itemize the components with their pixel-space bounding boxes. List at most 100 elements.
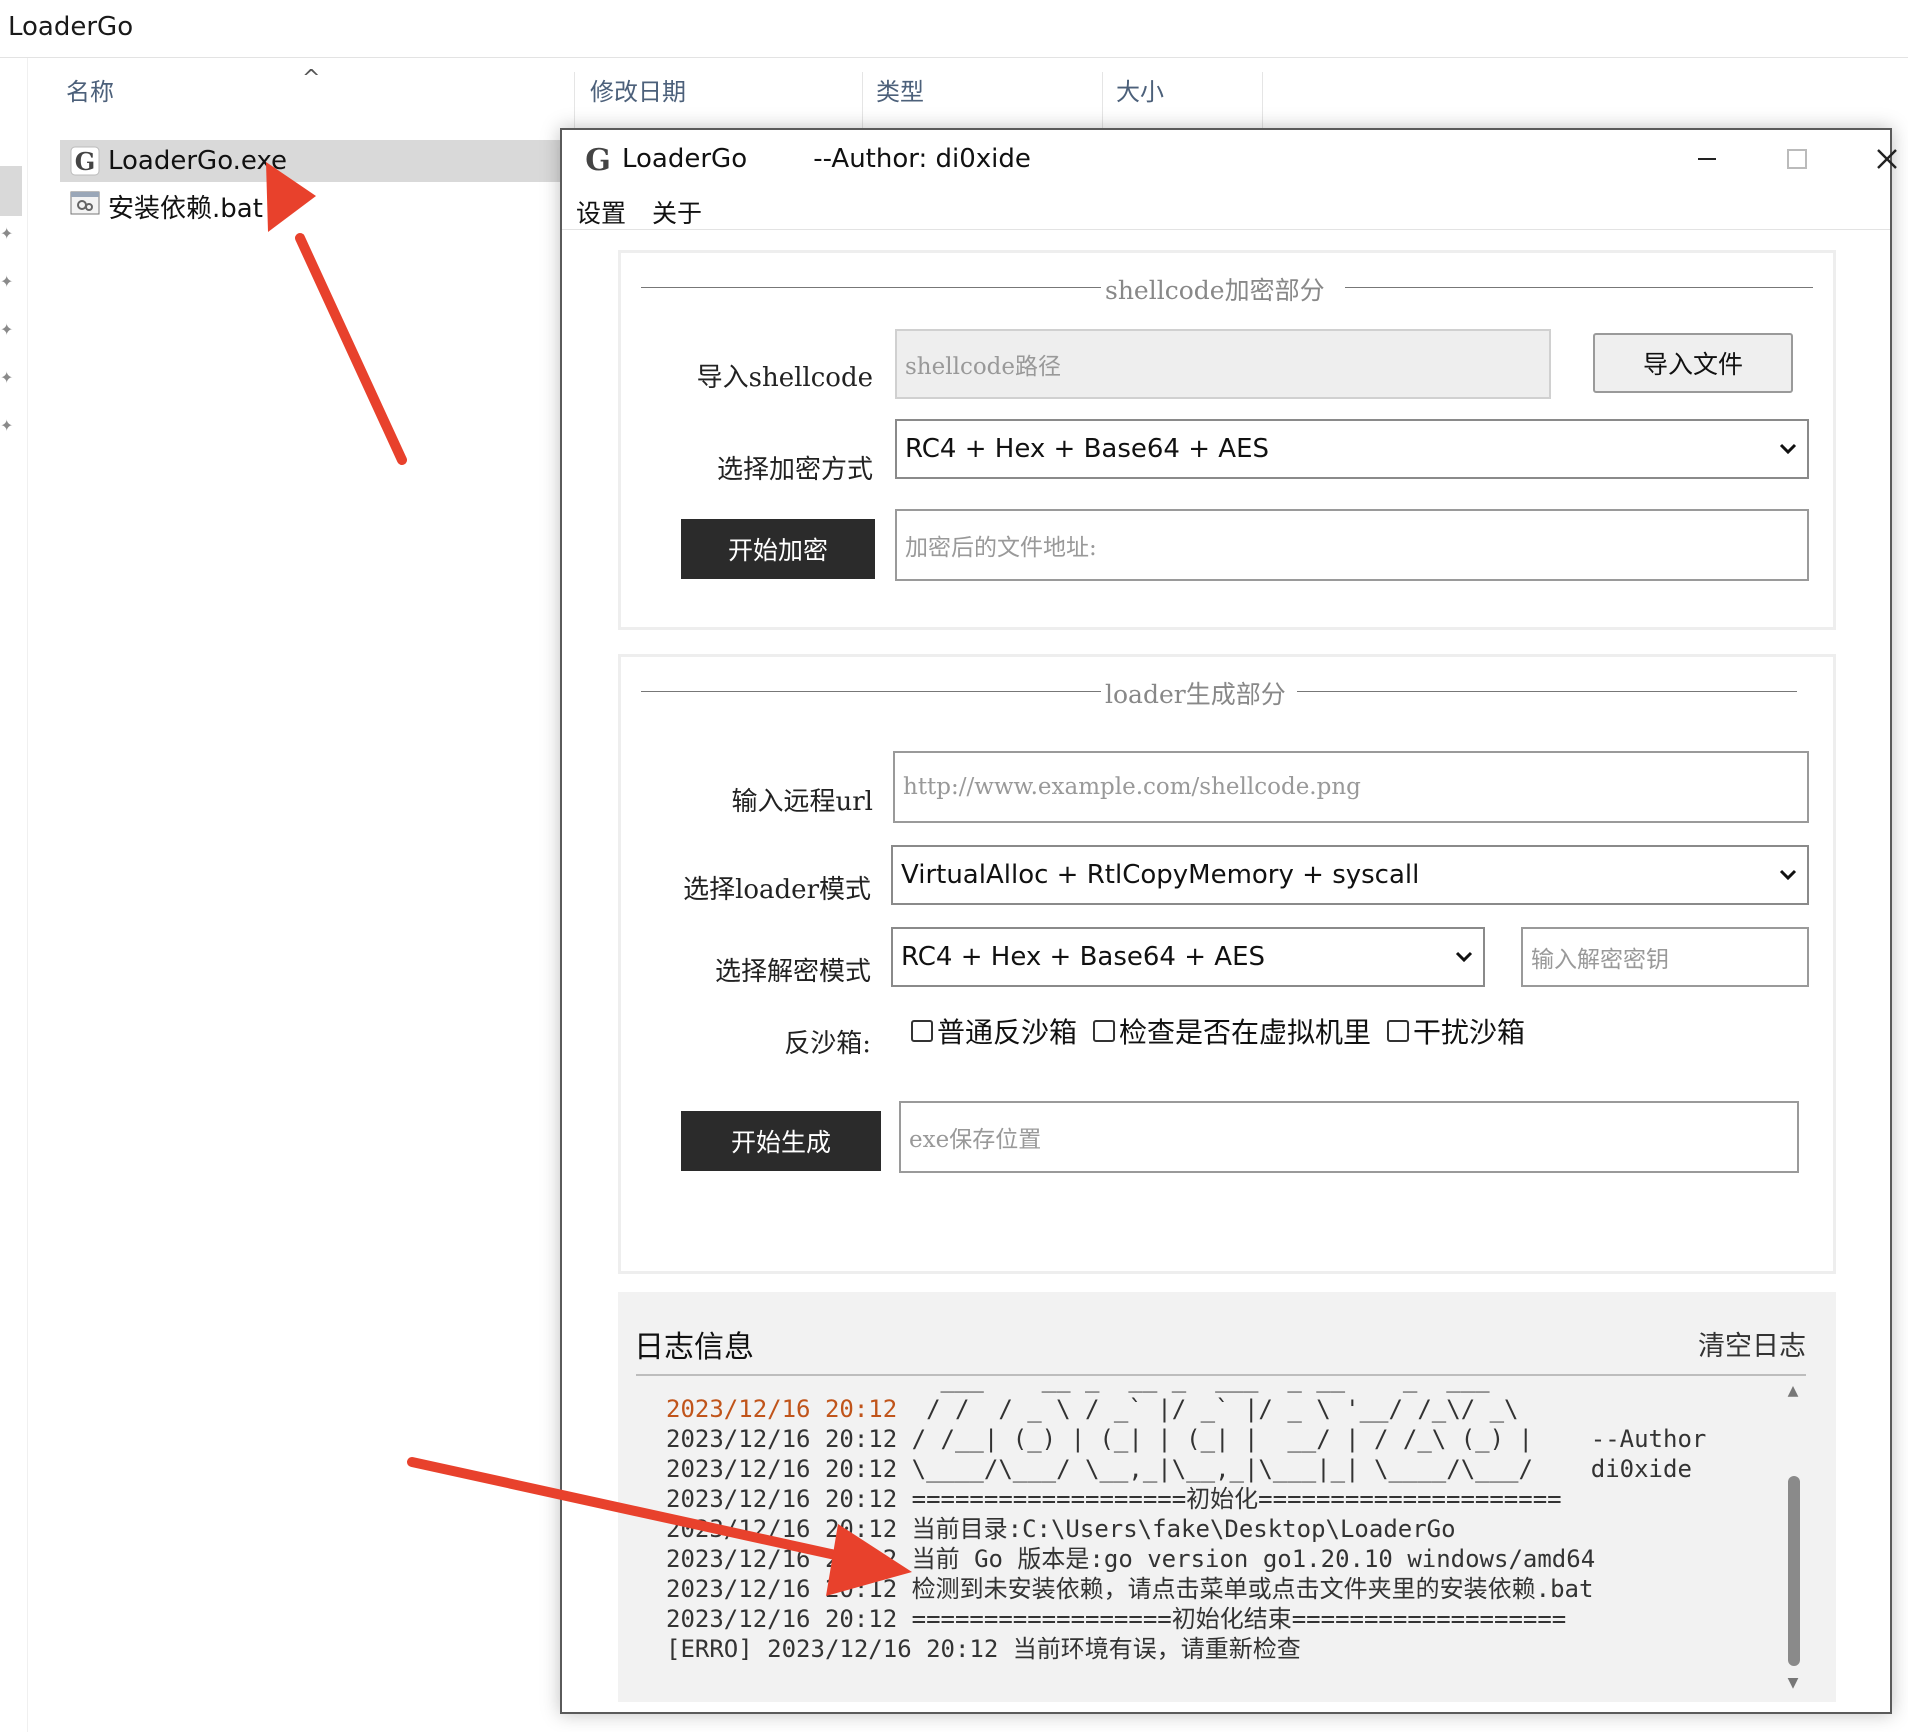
go-app-icon: G bbox=[70, 146, 100, 176]
svg-text:G: G bbox=[585, 143, 611, 176]
remote-url-placeholder: http://www.example.com/shellcode.png bbox=[903, 774, 1361, 800]
log-lines: ___ __ _ __ _ ___ _ __ _ ___ 2023/12/16 2… bbox=[666, 1374, 1707, 1664]
pin-icon[interactable]: ✦ bbox=[0, 322, 16, 338]
remote-url-input[interactable]: http://www.example.com/shellcode.png bbox=[893, 751, 1809, 823]
column-header-name[interactable]: 名称 bbox=[66, 72, 114, 130]
log-line: [ERRO] 2023/12/16 20:12 当前环境有误，请重新检查 bbox=[666, 1635, 1301, 1663]
checkbox-label: 干扰沙箱 bbox=[1413, 1016, 1526, 1049]
loader-mode-label: 选择loader模式 bbox=[683, 875, 871, 905]
svg-text:G: G bbox=[75, 147, 96, 176]
scroll-thumb[interactable] bbox=[1788, 1476, 1800, 1666]
nav-selected-item[interactable] bbox=[0, 166, 22, 216]
start-generate-label: 开始生成 bbox=[730, 1128, 831, 1157]
column-separator[interactable] bbox=[1102, 72, 1103, 132]
checkbox-label: 检查是否在虚拟机里 bbox=[1119, 1016, 1372, 1049]
pin-icon[interactable]: ✦ bbox=[0, 370, 16, 386]
log-line: 2023/12/16 20:12 当前目录:C:\Users\fake\Desk… bbox=[666, 1515, 1456, 1543]
checkbox-basic-anti-sandbox[interactable]: 普通反沙箱 bbox=[911, 1011, 1077, 1051]
column-separator[interactable] bbox=[1262, 72, 1263, 132]
column-separator[interactable] bbox=[862, 72, 863, 132]
log-timestamp-highlight: 2023/12/16 20:12 bbox=[666, 1395, 898, 1423]
checkbox-vm-check[interactable]: 检查是否在虚拟机里 bbox=[1093, 1011, 1371, 1051]
log-line: 2023/12/16 20:12 当前 Go 版本是:go version go… bbox=[666, 1545, 1596, 1573]
checkbox-disturb-sandbox[interactable]: 干扰沙箱 bbox=[1387, 1011, 1525, 1051]
window-title: LoaderGo --Author: di0xide bbox=[622, 144, 1031, 174]
file-name: LoaderGo.exe bbox=[108, 146, 288, 176]
maximize-button[interactable] bbox=[1752, 130, 1842, 188]
loader-legend: loader生成部分 bbox=[1105, 680, 1286, 709]
clear-log-button[interactable]: 清空日志 bbox=[1698, 1324, 1806, 1363]
log-output[interactable]: ___ __ _ __ _ ___ _ __ _ ___ 2023/12/16 2… bbox=[636, 1374, 1806, 1692]
menu-about[interactable]: 关于 bbox=[652, 194, 702, 230]
log-line: ___ __ _ __ _ ___ _ __ _ ___ bbox=[666, 1374, 1490, 1393]
column-header-size[interactable]: 大小 bbox=[1116, 72, 1164, 130]
log-title: 日志信息 bbox=[634, 1330, 754, 1365]
start-encrypt-button[interactable]: 开始加密 bbox=[681, 519, 875, 579]
log-line: 2023/12/16 20:12 / /__| (_) | (_| | (_| … bbox=[666, 1425, 1707, 1453]
exe-save-path-input[interactable]: exe保存位置 bbox=[899, 1101, 1799, 1173]
anti-sandbox-label: 反沙箱: bbox=[784, 1029, 871, 1059]
loader-section: loader生成部分 输入远程url http://www.example.co… bbox=[618, 654, 1836, 1274]
import-file-button[interactable]: 导入文件 bbox=[1593, 333, 1793, 393]
legend-rule bbox=[1297, 691, 1797, 692]
log-line: 2023/12/16 20:12 ==================初始化结束… bbox=[666, 1605, 1567, 1633]
minimize-icon bbox=[1698, 158, 1716, 160]
log-line: 2023/12/16 20:12 \____/\___/ \__,_|\__,_… bbox=[666, 1455, 1692, 1483]
legend-rule bbox=[641, 691, 1101, 692]
checkbox-box[interactable] bbox=[1093, 1020, 1115, 1042]
explorer-title-bar: LoaderGo bbox=[0, 0, 1908, 58]
window-title-bar[interactable]: G LoaderGo --Author: di0xide bbox=[562, 130, 1897, 188]
start-generate-button[interactable]: 开始生成 bbox=[681, 1111, 881, 1171]
encrypted-output-input[interactable]: 加密后的文件地址: bbox=[895, 509, 1809, 581]
column-header-type[interactable]: 类型 bbox=[876, 72, 924, 130]
minimize-button[interactable] bbox=[1662, 130, 1752, 188]
close-button[interactable] bbox=[1842, 130, 1908, 188]
log-line: 2023/12/16 20:12 ===================初始化=… bbox=[666, 1485, 1562, 1513]
file-row-loadergo-exe[interactable]: G LoaderGo.exe bbox=[60, 140, 570, 182]
log-line: 2023/12/16 20:12 检测到未安装依赖，请点击菜单或点击文件夹里的安… bbox=[666, 1575, 1594, 1603]
menu-bar: 设置 关于 bbox=[562, 188, 1890, 230]
loader-mode-value: VirtualAlloc + RtlCopyMemory + syscall bbox=[901, 860, 1420, 890]
log-panel: 日志信息 清空日志 ___ __ _ __ _ ___ _ __ _ ___ 20… bbox=[618, 1292, 1836, 1702]
checkbox-box[interactable] bbox=[1387, 1020, 1409, 1042]
import-shellcode-label: 导入shellcode bbox=[696, 363, 873, 393]
legend-rule bbox=[1345, 287, 1813, 288]
shellcode-path-placeholder: shellcode路径 bbox=[905, 354, 1062, 380]
chevron-down-icon bbox=[1779, 869, 1797, 881]
column-header-modified[interactable]: 修改日期 bbox=[590, 72, 686, 130]
checkbox-label: 普通反沙箱 bbox=[937, 1016, 1078, 1049]
scroll-down-icon[interactable]: ▼ bbox=[1785, 1676, 1801, 1690]
navigation-pane[interactable]: ✦ ✦ ✦ ✦ ✦ bbox=[0, 58, 28, 1732]
encrypt-method-value: RC4 + Hex + Base64 + AES bbox=[905, 434, 1269, 464]
loadergo-window[interactable]: G LoaderGo --Author: di0xide 设置 关于 shell… bbox=[560, 128, 1897, 1714]
checkbox-box[interactable] bbox=[911, 1020, 933, 1042]
encrypt-method-label: 选择加密方式 bbox=[716, 455, 873, 485]
pin-icon[interactable]: ✦ bbox=[0, 226, 16, 242]
decrypt-key-input[interactable]: 输入解密密钥 bbox=[1521, 927, 1809, 987]
pin-icon[interactable]: ✦ bbox=[0, 418, 16, 434]
menu-settings[interactable]: 设置 bbox=[576, 194, 626, 230]
decrypt-mode-select[interactable]: RC4 + Hex + Base64 + AES bbox=[891, 927, 1485, 987]
decrypt-mode-label: 选择解密模式 bbox=[714, 957, 871, 987]
log-scrollbar[interactable]: ▲ ▼ bbox=[1780, 1376, 1806, 1692]
log-line: 2023/12/16 20:12 / / / _ \ / _` |/ _` |/… bbox=[666, 1395, 1519, 1423]
shellcode-path-input[interactable]: shellcode路径 bbox=[895, 329, 1551, 399]
encrypted-output-placeholder: 加密后的文件地址: bbox=[905, 535, 1097, 561]
encrypt-method-select[interactable]: RC4 + Hex + Base64 + AES bbox=[895, 419, 1809, 479]
pin-icon[interactable]: ✦ bbox=[0, 274, 16, 290]
scroll-up-icon[interactable]: ▲ bbox=[1785, 1384, 1801, 1398]
loader-mode-select[interactable]: VirtualAlloc + RtlCopyMemory + syscall bbox=[891, 845, 1809, 905]
go-app-icon: G bbox=[585, 143, 611, 176]
remote-url-label: 输入远程url bbox=[731, 787, 874, 817]
chevron-down-icon bbox=[1779, 443, 1797, 455]
legend-rule bbox=[641, 287, 1101, 288]
decrypt-mode-value: RC4 + Hex + Base64 + AES bbox=[901, 942, 1265, 972]
file-row-install-bat[interactable]: 安装依赖.bat bbox=[60, 182, 570, 224]
encrypt-section: shellcode加密部分 导入shellcode shellcode路径 导入… bbox=[618, 250, 1836, 630]
column-separator[interactable] bbox=[574, 72, 575, 132]
file-name: 安装依赖.bat bbox=[108, 194, 263, 224]
decrypt-key-placeholder: 输入解密密钥 bbox=[1531, 947, 1669, 973]
batch-file-icon bbox=[70, 191, 100, 215]
start-encrypt-label: 开始加密 bbox=[727, 536, 828, 565]
explorer-title: LoaderGo bbox=[8, 12, 134, 42]
